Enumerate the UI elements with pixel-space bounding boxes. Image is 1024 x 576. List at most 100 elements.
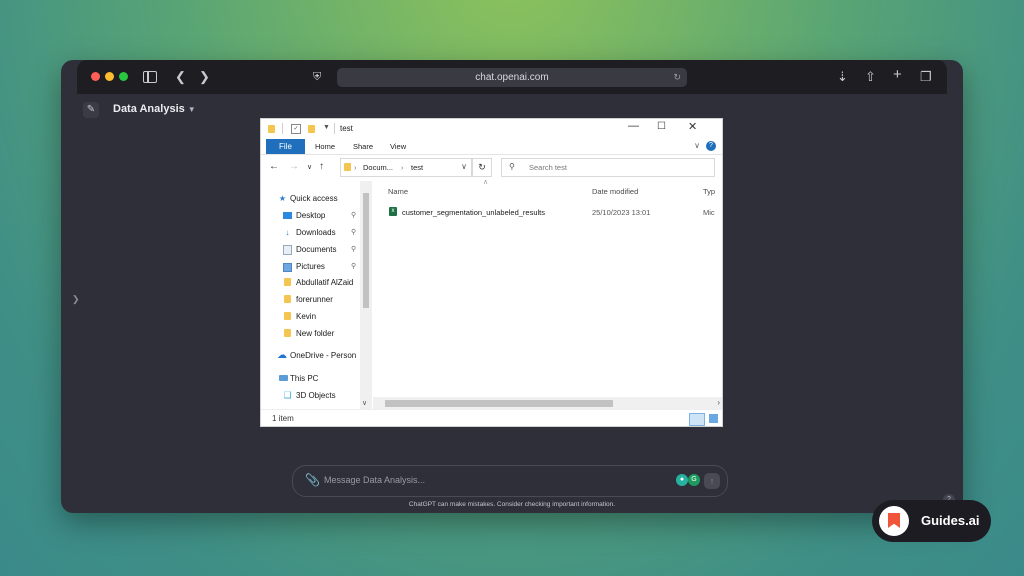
address-path[interactable]: › Docum... › test ∨ bbox=[340, 158, 472, 177]
nav-item-pictures[interactable]: Pictures ⚲ bbox=[261, 260, 361, 274]
expand-ribbon-icon[interactable]: ∨ bbox=[694, 141, 700, 150]
share-icon[interactable]: ⇧ bbox=[865, 69, 876, 85]
navigation-bar: ← → ∨ ↑ › Docum... › test ∨ ↻ ⚲ Search t… bbox=[261, 155, 722, 179]
star-icon: ★ bbox=[278, 194, 287, 203]
nav-item-label: Kevin bbox=[296, 312, 317, 321]
new-tab-icon[interactable]: + bbox=[893, 67, 902, 83]
pin-icon: ⚲ bbox=[351, 246, 357, 253]
properties-icon[interactable]: ✓ bbox=[291, 124, 301, 134]
maximize-icon[interactable]: ☐ bbox=[657, 121, 666, 132]
explorer-title: test bbox=[340, 124, 353, 133]
column-date-modified[interactable]: Date modified bbox=[592, 187, 638, 196]
nav-item-label: Downloads bbox=[296, 228, 336, 237]
attach-icon[interactable]: 📎 bbox=[305, 473, 320, 487]
nav-item-label: Abdullatif AlZaid bbox=[296, 278, 354, 287]
extension-location-icon[interactable]: ● bbox=[676, 474, 688, 486]
tab-home[interactable]: Home bbox=[315, 142, 335, 151]
grammarly-icon[interactable]: G bbox=[688, 474, 700, 486]
nav-item-folder[interactable]: Kevin bbox=[261, 310, 361, 324]
folder-icon bbox=[283, 295, 292, 304]
nav-scrollbar[interactable]: ∨ bbox=[360, 181, 372, 409]
recent-locations-icon[interactable]: ∨ bbox=[307, 163, 312, 171]
search-icon: ⚲ bbox=[509, 162, 515, 171]
forward-arrow-icon[interactable]: → bbox=[289, 161, 299, 172]
table-row[interactable]: x customer_segmentation_unlabeled_result… bbox=[373, 205, 722, 219]
file-list-header: ∧ Name Date modified Typ bbox=[373, 179, 722, 199]
column-type[interactable]: Typ bbox=[703, 187, 715, 196]
help-icon[interactable]: ? bbox=[706, 141, 716, 151]
nav-item-label: Documents bbox=[296, 245, 337, 254]
divider bbox=[282, 123, 283, 134]
nav-item-folder[interactable]: Abdullatif AlZaid bbox=[261, 276, 361, 290]
refresh-icon[interactable]: ↻ bbox=[472, 158, 492, 177]
details-view-icon[interactable] bbox=[689, 413, 705, 426]
maximize-window-button[interactable] bbox=[119, 72, 128, 81]
tab-view[interactable]: View bbox=[390, 142, 406, 151]
file-list-scrollbar[interactable]: › bbox=[373, 397, 722, 409]
minimize-icon[interactable]: — bbox=[628, 120, 639, 132]
badge-text: Guides.ai bbox=[921, 513, 980, 528]
pin-icon: ⚲ bbox=[351, 229, 357, 236]
message-input[interactable]: Message Data Analysis... bbox=[324, 474, 624, 487]
reload-icon[interactable]: ↻ bbox=[673, 68, 681, 87]
tab-file[interactable]: File bbox=[266, 139, 305, 154]
nav-item-label: New folder bbox=[296, 329, 335, 338]
address-bar[interactable]: chat.openai.com ↻ bbox=[337, 68, 687, 87]
sidebar-handle-icon[interactable]: ❯ bbox=[72, 294, 80, 305]
browser-toolbar: ❮ ❯ ⛨ chat.openai.com ↻ ⇣ ⇧ + ❐ bbox=[77, 60, 947, 94]
forward-icon[interactable]: ❯ bbox=[199, 69, 210, 85]
pc-icon bbox=[279, 375, 288, 381]
back-arrow-icon[interactable]: ← bbox=[269, 161, 279, 172]
nav-item-3d-objects[interactable]: ❑ 3D Objects bbox=[261, 389, 361, 403]
up-arrow-icon[interactable]: ↑ bbox=[319, 161, 324, 172]
new-folder-icon[interactable] bbox=[308, 125, 315, 133]
nav-item-desktop[interactable]: Desktop ⚲ bbox=[261, 209, 361, 223]
nav-item-label: 3D Objects bbox=[296, 391, 336, 400]
tab-share[interactable]: Share bbox=[353, 142, 373, 151]
send-button[interactable]: ↑ bbox=[704, 473, 720, 489]
horizontal-scroll-thumb[interactable] bbox=[385, 400, 613, 407]
breadcrumb-separator-icon[interactable]: › bbox=[401, 163, 404, 172]
cube-icon: ❑ bbox=[283, 390, 292, 400]
guides-logo-icon bbox=[879, 506, 909, 536]
path-dropdown-icon[interactable]: ∨ bbox=[461, 162, 467, 171]
folder-icon bbox=[283, 278, 292, 287]
downloads-icon[interactable]: ⇣ bbox=[837, 69, 848, 85]
nav-item-downloads[interactable]: ↓ Downloads ⚲ bbox=[261, 226, 361, 240]
breadcrumb-test[interactable]: test bbox=[411, 163, 423, 172]
nav-item-this-pc[interactable]: This PC bbox=[261, 372, 361, 386]
folder-icon bbox=[283, 312, 292, 321]
download-icon: ↓ bbox=[285, 228, 290, 237]
nav-item-documents[interactable]: Documents ⚲ bbox=[261, 243, 361, 257]
close-window-button[interactable] bbox=[91, 72, 100, 81]
tab-overview-icon[interactable]: ❐ bbox=[920, 69, 932, 85]
folder-icon bbox=[344, 163, 351, 171]
back-icon[interactable]: ❮ bbox=[175, 69, 186, 85]
chevron-down-icon: ▼ bbox=[187, 105, 196, 114]
customize-toolbar-icon[interactable]: ▼ bbox=[323, 124, 330, 131]
nav-item-folder[interactable]: New folder bbox=[261, 327, 361, 341]
excel-file-icon: x bbox=[389, 207, 397, 216]
sidebar-toggle-icon[interactable] bbox=[143, 71, 157, 83]
folder-icon bbox=[268, 125, 275, 133]
nav-item-folder[interactable]: forerunner bbox=[261, 293, 361, 307]
scroll-right-icon[interactable]: › bbox=[717, 398, 720, 407]
file-date-modified: 25/10/2023 13:01 bbox=[592, 208, 651, 217]
shield-icon[interactable]: ⛨ bbox=[313, 69, 321, 85]
scroll-down-icon[interactable]: ∨ bbox=[362, 399, 367, 407]
large-icons-view-icon[interactable] bbox=[709, 414, 718, 423]
nav-item-label: This PC bbox=[290, 374, 319, 383]
column-name[interactable]: Name bbox=[388, 187, 408, 196]
minimize-window-button[interactable] bbox=[105, 72, 114, 81]
nav-scroll-thumb[interactable] bbox=[363, 193, 369, 308]
model-selector[interactable]: Data Analysis ▼ bbox=[113, 102, 196, 117]
close-icon[interactable]: ✕ bbox=[688, 120, 697, 133]
breadcrumb-documents[interactable]: Docum... bbox=[363, 163, 393, 172]
search-input[interactable]: ⚲ Search test bbox=[501, 158, 715, 177]
item-count: 1 item bbox=[272, 414, 294, 423]
nav-item-label: Pictures bbox=[296, 262, 325, 271]
new-chat-icon[interactable]: ✎ bbox=[83, 102, 99, 118]
path-chevron-icon[interactable]: › bbox=[354, 163, 357, 172]
nav-item-quick-access[interactable]: ★ Quick access bbox=[261, 192, 361, 206]
nav-item-onedrive[interactable]: ☁ OneDrive - Person bbox=[261, 349, 361, 363]
